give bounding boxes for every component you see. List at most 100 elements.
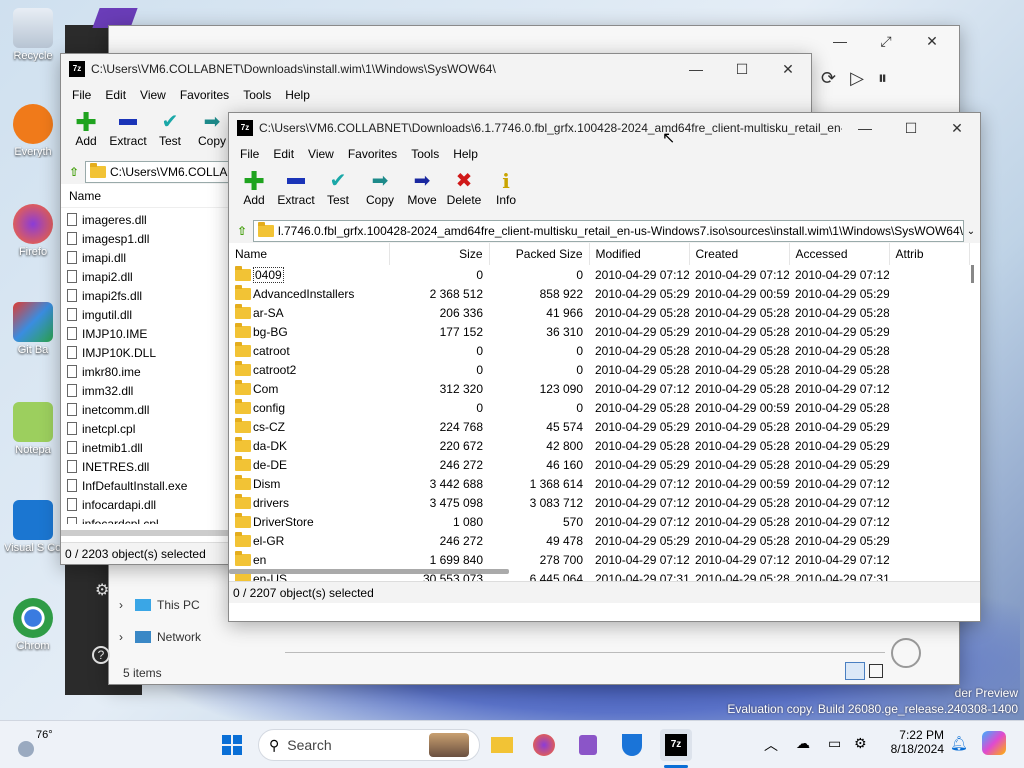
table-row[interactable]: de-DE 246 272 46 160 2010-04-29 05:29 2010-0… (229, 455, 969, 474)
delete-button[interactable]: ✖ Delete (443, 169, 485, 207)
column-header-accessed[interactable]: Accessed (789, 243, 890, 265)
close-icon[interactable]: ✕ (909, 26, 955, 56)
minimize-icon[interactable]: — (842, 113, 888, 143)
vertical-scrollbar-thumb[interactable] (971, 265, 974, 283)
table-row[interactable]: catroot2 0 0 2010-04-29 05:28 2010-04-29 05:… (229, 360, 969, 379)
extract-button[interactable]: Extract (107, 110, 149, 148)
restore-icon[interactable]: ⤢ (863, 26, 909, 56)
test-button[interactable]: ✔ Test (149, 110, 191, 148)
language-icon[interactable]: ⚙ (854, 735, 867, 752)
menu-edit[interactable]: Edit (266, 147, 301, 161)
display-icon[interactable]: ▭ (828, 735, 841, 752)
refresh-icon[interactable]: ⟳ (821, 68, 836, 89)
front-address-input[interactable]: l.7746.0.fbl_grfx.100428-2024_amd64fre_c… (253, 220, 964, 242)
menu-tools[interactable]: Tools (236, 88, 278, 102)
table-row[interactable]: drivers 3 475 098 3 083 712 2010-04-29 07:1… (229, 493, 969, 512)
table-row[interactable]: ar-SA 206 336 41 966 2010-04-29 05:28 2010-0… (229, 303, 969, 322)
horizontal-scrollbar-thumb[interactable] (229, 569, 509, 574)
close-icon[interactable]: ✕ (934, 113, 980, 143)
copilot-icon[interactable] (982, 731, 1006, 755)
copy-button[interactable]: ➡ Copy (359, 169, 401, 207)
table-row[interactable]: DriverStore 1 080 570 2010-04-29 07:12 2010-… (229, 512, 969, 531)
extract-button[interactable]: Extract (275, 169, 317, 207)
close-icon[interactable]: ✕ (765, 54, 811, 84)
details-view-icon[interactable] (845, 662, 865, 680)
app-purple-icon (579, 735, 597, 755)
menu-file[interactable]: File (65, 88, 98, 102)
desktop-icon-vscode[interactable]: Visual S Cod (4, 500, 62, 554)
taskbar-defender[interactable] (616, 729, 648, 761)
chevron-down-icon[interactable]: ⌄ (964, 226, 978, 237)
desktop-icon-git-bash[interactable]: Git Ba (4, 302, 62, 356)
add-button[interactable]: ✚ Add (233, 168, 275, 207)
desktop-icon-notepad[interactable]: Notepa (4, 402, 62, 456)
front-titlebar[interactable]: 7z C:\Users\VM6.COLLABNET\Downloads\6.1.… (229, 113, 980, 143)
menu-tools[interactable]: Tools (404, 147, 446, 161)
column-header-size[interactable]: Size (389, 243, 490, 265)
menu-view[interactable]: View (133, 88, 173, 102)
bell-icon[interactable]: 🔔︎ (950, 735, 968, 752)
cloud-offline-icon[interactable]: ☁ (796, 735, 810, 752)
table-row[interactable]: config 0 0 2010-04-29 05:28 2010-04-29 00:59… (229, 398, 969, 417)
menu-view[interactable]: View (301, 147, 341, 161)
maximize-icon[interactable]: ☐ (888, 113, 934, 143)
start-button[interactable] (216, 729, 248, 761)
pause-icon[interactable]: ⏸ (878, 68, 887, 89)
desktop-icon-recycle-bin[interactable]: Recycle (4, 8, 62, 62)
up-folder-icon[interactable]: ⇧ (63, 161, 85, 183)
column-header-attrib[interactable]: Attrib (889, 243, 970, 265)
back-titlebar[interactable]: 7z C:\Users\VM6.COLLABNET\Downloads\inst… (61, 54, 811, 84)
menu-help[interactable]: Help (278, 88, 317, 102)
table-row[interactable]: Com 312 320 123 090 2010-04-29 07:12 2010-04… (229, 379, 969, 398)
menu-favorites[interactable]: Favorites (173, 88, 236, 102)
table-row[interactable]: catroot 0 0 2010-04-29 05:28 2010-04-29 05:2… (229, 341, 969, 360)
chevron-up-icon[interactable]: ︿ (764, 735, 778, 755)
help-icon[interactable]: ? (92, 646, 110, 664)
table-row[interactable]: 0409 0 0 2010-04-29 07:12 2010-04-29 07:12 20… (229, 265, 969, 284)
menu-favorites[interactable]: Favorites (341, 147, 404, 161)
up-folder-icon[interactable]: ⇧ (231, 220, 253, 242)
weather-widget[interactable]: 76° (18, 729, 53, 757)
add-button[interactable]: ✚ Add (65, 109, 107, 148)
extract-icon (275, 169, 317, 193)
menu-file[interactable]: File (233, 147, 266, 161)
maximize-icon[interactable]: ☐ (719, 54, 765, 84)
play-icon[interactable]: ▷ (850, 68, 864, 89)
taskbar-firefox[interactable] (528, 729, 560, 761)
explorer-scrollbar[interactable] (285, 652, 885, 653)
copy-button[interactable]: ➡ Copy (191, 110, 233, 148)
nav-network[interactable]: › Network (119, 630, 201, 644)
table-row[interactable]: da-DK 220 672 42 800 2010-04-29 05:28 2010-0… (229, 436, 969, 455)
taskbar-app-purple[interactable] (572, 729, 604, 761)
table-row[interactable]: en 1 699 840 278 700 2010-04-29 07:12 2010-0… (229, 550, 969, 569)
desktop-icon-firefox[interactable]: Firefo (4, 204, 62, 258)
clock[interactable]: 7:22 PM 8/18/2024 (884, 728, 944, 756)
back-hscrollbar[interactable] (61, 530, 231, 536)
taskbar-file-explorer[interactable] (486, 729, 518, 761)
column-header-packed-size[interactable]: Packed Size (489, 243, 590, 265)
column-header-modified[interactable]: Modified (589, 243, 690, 265)
table-row[interactable]: el-GR 246 272 49 478 2010-04-29 05:29 2010-0… (229, 531, 969, 550)
table-row[interactable]: bg-BG 177 152 36 310 2010-04-29 05:29 2010-0… (229, 322, 969, 341)
menu-help[interactable]: Help (446, 147, 485, 161)
minimize-icon[interactable]: — (817, 26, 863, 56)
settings-slider-icon[interactable]: ⚙ (95, 580, 109, 600)
column-header-name[interactable]: Name (229, 243, 390, 265)
tiles-view-icon[interactable] (869, 664, 883, 678)
column-header-created[interactable]: Created (689, 243, 790, 265)
table-row[interactable]: cs-CZ 224 768 45 574 2010-04-29 05:29 2010-0… (229, 417, 969, 436)
minimize-icon[interactable]: — (673, 54, 719, 84)
cell-packed-size: 858 922 (539, 286, 583, 301)
desktop-icon-everything[interactable]: Everyth (4, 104, 62, 158)
table-row[interactable]: Dism 3 442 688 1 368 614 2010-04-29 07:12 20… (229, 474, 969, 493)
menu-edit[interactable]: Edit (98, 88, 133, 102)
taskbar-7zip[interactable]: 7z (660, 729, 692, 761)
table-row[interactable]: AdvancedInstallers 2 368 512 858 922 2010-0… (229, 284, 969, 303)
nav-this-pc[interactable]: › This PC (119, 598, 200, 612)
info-button[interactable]: i Info (485, 169, 527, 207)
desktop-icon-chrome[interactable]: Chrom (4, 598, 62, 652)
app-circle-icon[interactable] (891, 638, 921, 668)
move-button[interactable]: ➡ Move (401, 169, 443, 207)
test-button[interactable]: ✔ Test (317, 169, 359, 207)
taskbar-search[interactable]: ⚲ Search (258, 729, 480, 761)
